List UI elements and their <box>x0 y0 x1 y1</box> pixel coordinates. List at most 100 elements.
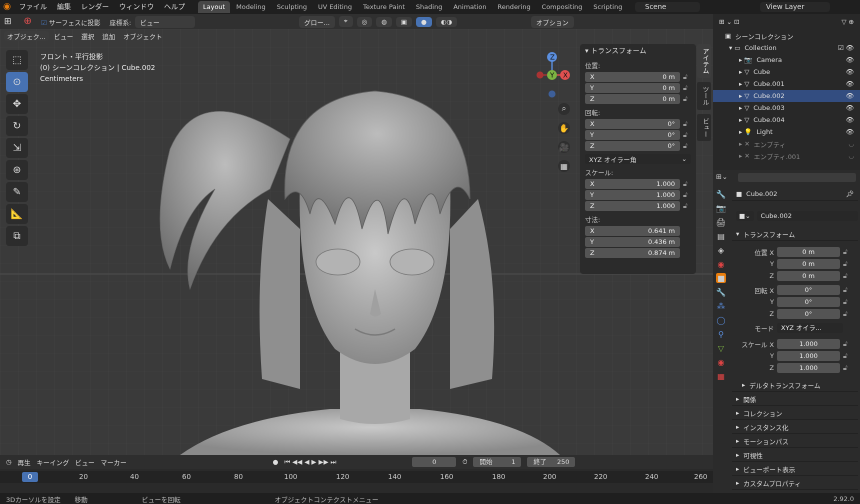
section-delta-transform[interactable]: ▸ デルタトランスフォーム <box>732 379 858 392</box>
add-menu[interactable]: 追加 <box>99 31 118 41</box>
menu-file[interactable]: ファイル <box>14 2 52 12</box>
object-name-row[interactable]: ■ Cube.002 📌︎ <box>732 188 858 201</box>
select-menu[interactable]: 選択 <box>78 31 97 41</box>
particles-tab-icon[interactable]: ⁂ <box>716 301 726 311</box>
prop-scale-z[interactable]: 1.000 <box>777 363 840 373</box>
clock-icon[interactable]: ◷ <box>6 458 12 466</box>
location-y-field[interactable]: Y0 m <box>585 83 680 93</box>
outliner-item-camera[interactable]: ▸ 📷 Camera 👁 <box>713 54 860 66</box>
data-tab-icon[interactable]: ▽ <box>716 343 726 353</box>
view-layer-tab-icon[interactable]: ▤ <box>716 231 726 241</box>
workspace-tab-shading[interactable]: Shading <box>411 1 447 13</box>
section-motion-paths[interactable]: ▸ モーションパス <box>732 435 858 448</box>
outliner-item-cube-001[interactable]: ▸ ▽ Cube.001 👁 <box>713 78 860 90</box>
workspace-tab-animation[interactable]: Animation <box>448 1 491 13</box>
prop-rot-y[interactable]: 0° <box>777 297 840 307</box>
prop-scale-y[interactable]: 1.000 <box>777 351 840 361</box>
section-collections[interactable]: ▸ コレクション <box>732 407 858 420</box>
pivot-dropdown[interactable]: グロー... <box>299 15 335 28</box>
checkbox-icon[interactable]: ☑ <box>41 19 47 27</box>
outliner-item-cube-002[interactable]: ▸ ▽ Cube.002 👁 <box>713 90 860 102</box>
rotation-y-field[interactable]: Y 0° <box>585 130 680 140</box>
workspace-tab-scripting[interactable]: Scripting <box>588 1 627 13</box>
lock-icon[interactable]: 🔓︎ <box>683 73 691 82</box>
menu-edit[interactable]: 編集 <box>52 2 76 12</box>
marker-menu[interactable]: マーカー <box>101 457 127 467</box>
start-frame-field[interactable]: 開始 1 <box>473 457 522 467</box>
outliner-item-cube[interactable]: ▸ ▽ Cube 👁 <box>713 66 860 78</box>
keying-menu[interactable]: キーイング <box>37 457 70 467</box>
render-tab-icon[interactable]: 📷 <box>716 203 726 213</box>
section-relations[interactable]: ▸ 関係 <box>732 393 858 406</box>
location-x-field[interactable]: X0 m <box>585 72 680 82</box>
lock-icon[interactable]: 🔓︎ <box>683 120 691 129</box>
stopwatch-icon[interactable]: ⏱ <box>462 458 467 467</box>
location-z-field[interactable]: Z0 m <box>585 94 680 104</box>
workspace-tab-compositing[interactable]: Compositing <box>537 1 588 13</box>
rotation-mode-dropdown[interactable]: XYZ オイラー角 ⌄ <box>585 154 691 164</box>
dimension-y-field[interactable]: Y 0.436 m <box>585 237 680 247</box>
mode-dropdown[interactable]: オブジェク... <box>4 31 49 41</box>
scene-tab-icon[interactable]: ◈ <box>716 245 726 255</box>
outliner-item-empty[interactable]: ▸ ✕ エンプティ ◡ <box>713 138 860 150</box>
object-name-field-row[interactable]: ■⌄ Cube.002 <box>732 209 858 222</box>
lock-icon[interactable]: 🔓︎ <box>683 191 691 200</box>
material-tab-icon[interactable]: ◉ <box>716 357 726 367</box>
lock-icon[interactable]: 🔓︎ <box>683 131 691 140</box>
prop-loc-x[interactable]: 0 m <box>777 247 840 257</box>
grid-view-icon[interactable]: ▦ <box>558 160 570 172</box>
measure-tool-icon[interactable]: 📐 <box>6 204 28 224</box>
scene-selector[interactable]: Scene <box>635 2 700 12</box>
options-dropdown[interactable]: オプション <box>531 15 574 28</box>
timeline-view-menu[interactable]: ビュー <box>75 457 95 467</box>
prop-rot-x[interactable]: 0° <box>777 285 840 295</box>
zoom-icon[interactable]: ⌕ <box>558 103 570 115</box>
section-instancing[interactable]: ▸ インスタンス化 <box>732 421 858 434</box>
snap-surface-toggle[interactable]: ☑ サーフェスに投影 <box>36 16 106 28</box>
view-menu[interactable]: ビュー <box>51 31 77 41</box>
texture-tab-icon[interactable]: ▦ <box>716 371 726 381</box>
scale-y-field[interactable]: Y 1.000 <box>585 190 680 200</box>
outliner-item-cube-004[interactable]: ▸ ▽ Cube.004 👁 <box>713 114 860 126</box>
select-box-tool-icon[interactable]: ⬚ <box>6 50 28 70</box>
scale-tool-icon[interactable]: ⇲ <box>6 138 28 158</box>
menu-help[interactable]: ヘルプ <box>159 2 190 12</box>
prop-scale-x[interactable]: 1.000 <box>777 339 840 349</box>
lock-icon[interactable]: 🔓︎ <box>683 84 691 93</box>
dimension-x-field[interactable]: X 0.641 m <box>585 226 680 236</box>
playback-controls[interactable]: ⏮ ◀◀ ◀ ▶ ▶▶ ⏭ <box>284 458 336 467</box>
object-menu[interactable]: オブジェクト <box>120 31 165 41</box>
section-custom-properties[interactable]: ▸ カスタムプロパティ <box>732 477 858 490</box>
orientation-dropdown[interactable]: ビュー <box>135 15 196 28</box>
output-tab-icon[interactable]: 🖨 <box>716 217 726 227</box>
timeline-ruler[interactable]: 0 20 40 60 80 100 120 140 160 180 200 22… <box>0 471 713 483</box>
end-frame-field[interactable]: 終了 250 <box>527 457 576 467</box>
tab-tool[interactable]: ツール <box>697 82 711 110</box>
transform-tool-icon[interactable]: ⊛ <box>6 160 28 180</box>
blender-logo-icon[interactable]: ◉ <box>0 0 14 14</box>
prop-rot-z[interactable]: 0° <box>777 309 840 319</box>
transform-panel-title[interactable]: ▾ トランスフォーム <box>585 46 691 56</box>
current-frame-marker[interactable]: 0 <box>22 472 38 482</box>
outliner-collection[interactable]: ▾ ▭ Collection ☑ 👁 <box>713 42 860 54</box>
editor-type-icon[interactable]: ⊞ <box>4 17 12 27</box>
rotation-z-field[interactable]: Z 0° <box>585 141 680 151</box>
properties-search[interactable] <box>737 172 856 182</box>
outliner-item-light[interactable]: ▸ 💡 Light 👁 <box>713 126 860 138</box>
navigation-gizmo[interactable]: Z X Y <box>535 50 570 100</box>
constraints-tab-icon[interactable]: ⚲ <box>716 329 726 339</box>
current-frame-field[interactable]: 0 <box>412 457 457 467</box>
tab-view[interactable]: ビュー <box>697 113 711 141</box>
tool-tab-icon[interactable]: 🔧 <box>716 189 726 199</box>
lock-icon[interactable]: 🔓︎ <box>683 202 691 211</box>
physics-tab-icon[interactable]: ◯ <box>716 315 726 325</box>
section-transform[interactable]: ▾ トランスフォーム <box>732 228 858 241</box>
overlay-toggle[interactable]: ◍ <box>376 16 392 27</box>
outliner-item-cube-003[interactable]: ▸ ▽ Cube.003 👁 <box>713 102 860 114</box>
proportional-edit-toggle[interactable]: ◎ <box>356 16 373 27</box>
view-layer-selector[interactable]: View Layer <box>760 2 830 12</box>
workspace-tab-rendering[interactable]: Rendering <box>492 1 535 13</box>
prop-rotation-mode[interactable]: XYZ オイラ... <box>777 323 843 333</box>
scale-z-field[interactable]: Z 1.000 <box>585 201 680 211</box>
rotation-x-field[interactable]: X 0° <box>585 119 680 129</box>
